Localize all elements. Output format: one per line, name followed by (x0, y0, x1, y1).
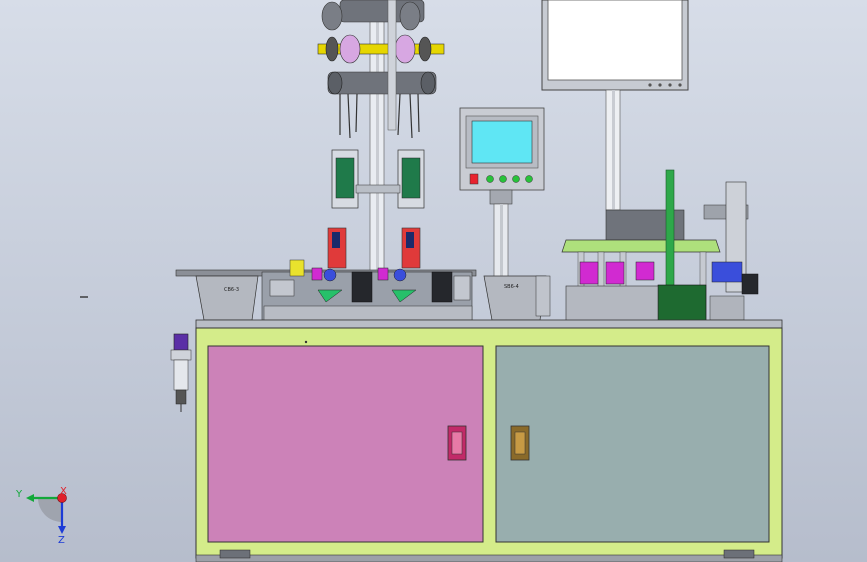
green-button-icon (486, 175, 494, 183)
green-button-icon (499, 175, 507, 183)
green-button-icon (525, 175, 533, 183)
right-workstation (561, 169, 759, 323)
tray-label-left: CB6-3 (224, 287, 239, 293)
z-axis-label: Z (58, 535, 65, 546)
filter-regulator (170, 333, 192, 412)
left-door (207, 345, 484, 543)
right-door (495, 345, 770, 543)
red-button-icon (469, 173, 479, 185)
machine-cad-view: CB6-3 SB6-4 Y Z X (15, 0, 783, 562)
cabinet (195, 327, 783, 562)
hmi-screen (471, 120, 533, 164)
x-axis-label: X (60, 486, 67, 497)
green-button-icon (512, 175, 520, 183)
y-axis-label: Y (15, 489, 23, 500)
table-top (195, 319, 783, 329)
tray-label-right: SB6-4 (504, 284, 519, 290)
coordinate-triad: Y Z X (15, 486, 67, 546)
